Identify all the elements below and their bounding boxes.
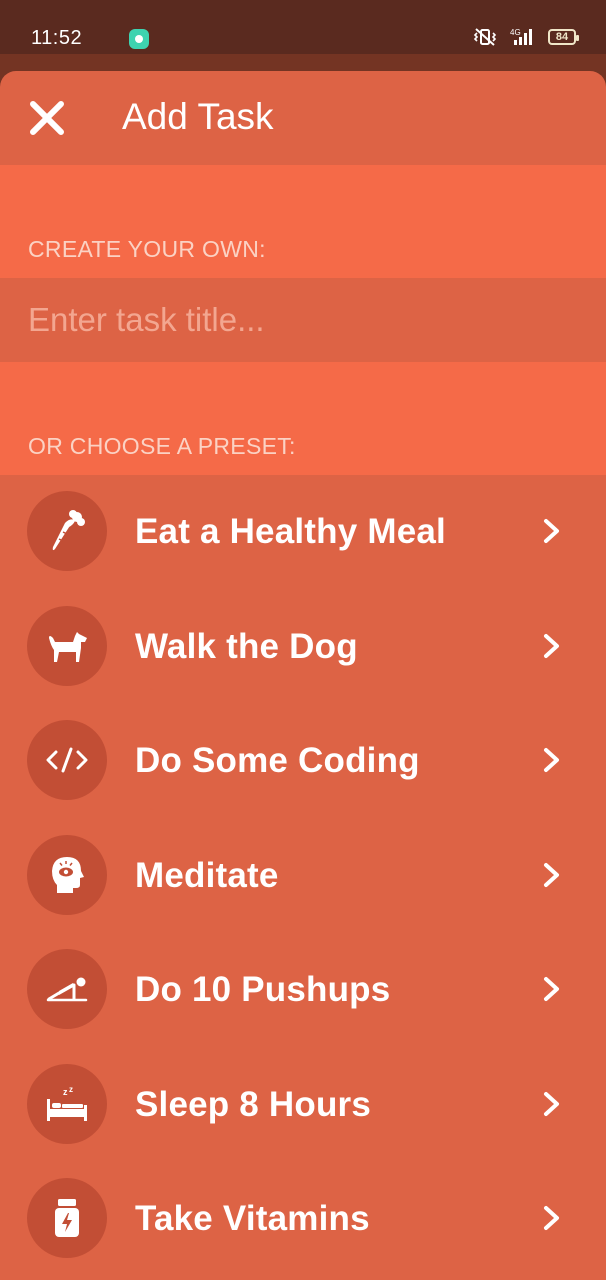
preset-item-do-10-pushups[interactable]: Do 10 Pushups — [0, 932, 606, 1047]
notification-app-icon — [129, 29, 149, 49]
preset-item-do-some-coding[interactable]: Do Some Coding — [0, 703, 606, 818]
chevron-right-icon — [544, 1091, 559, 1116]
status-time: 11:52 — [31, 27, 83, 49]
preset-avatar — [27, 491, 107, 571]
preset-label: Take Vitamins — [135, 1199, 370, 1238]
preset-item-meditate[interactable]: Meditate — [0, 818, 606, 933]
chevron-right-icon — [544, 633, 559, 658]
add-task-sheet: Add Task CREATE YOUR OWN: OR CHOOSE A PR… — [0, 71, 606, 1280]
preset-avatar — [27, 834, 107, 915]
svg-text:z: z — [63, 1087, 68, 1097]
network-type: 4G — [510, 28, 521, 37]
chevron-right-icon — [544, 862, 559, 887]
preset-item-sleep-8-hours[interactable]: z z Sleep 8 Hours — [0, 1047, 606, 1162]
chevron-right-icon — [544, 1206, 559, 1230]
vibrate-mute-icon — [473, 28, 497, 46]
create-section-header: CREATE YOUR OWN: — [0, 165, 606, 278]
page-title: Add Task — [122, 96, 274, 137]
chevron-right-icon — [544, 519, 559, 543]
preset-avatar — [27, 1178, 107, 1258]
carrot-icon — [52, 510, 85, 551]
pushup-icon — [46, 977, 88, 1002]
preset-label: Do 10 Pushups — [135, 970, 391, 1009]
preset-item-eat-healthy-meal[interactable]: Eat a Healthy Meal — [0, 474, 606, 589]
preset-section-header: OR CHOOSE A PRESET: — [0, 362, 606, 475]
preset-item-take-vitamins[interactable]: Take Vitamins — [0, 1161, 606, 1276]
preset-list: Eat a Healthy Meal Walk the Dog Do Some … — [0, 474, 606, 1276]
preset-label: Do Some Coding — [135, 741, 420, 780]
status-bar: 11:52 4G 84 — [0, 0, 606, 54]
code-icon — [46, 747, 88, 773]
chevron-right-icon — [544, 977, 559, 1001]
create-section-label: CREATE YOUR OWN: — [28, 236, 266, 262]
svg-text:z: z — [69, 1085, 73, 1094]
bed-sleep-icon: z z — [47, 1085, 87, 1121]
battery-icon: 84 — [548, 29, 579, 45]
close-button[interactable] — [26, 97, 68, 139]
preset-label: Walk the Dog — [135, 626, 358, 666]
chevron-right-icon — [544, 748, 559, 772]
signal-4g-icon: 4G — [510, 28, 532, 45]
preset-item-walk-the-dog[interactable]: Walk the Dog — [0, 589, 606, 704]
vitamin-bottle-icon — [55, 1199, 79, 1237]
preset-label: Sleep 8 Hours — [135, 1084, 372, 1124]
meditate-head-icon — [52, 856, 84, 893]
preset-section-label: OR CHOOSE A PRESET: — [28, 433, 296, 459]
preset-avatar — [27, 605, 107, 686]
status-icons: 4G 84 — [472, 26, 579, 48]
dog-icon — [49, 631, 87, 662]
close-icon — [30, 101, 64, 135]
battery-level: 84 — [555, 31, 569, 43]
task-title-input[interactable] — [0, 278, 606, 362]
preset-avatar — [27, 720, 107, 800]
preset-avatar — [27, 949, 107, 1029]
preset-label: Meditate — [135, 855, 279, 895]
preset-avatar: z z — [27, 1063, 107, 1144]
preset-label: Eat a Healthy Meal — [135, 512, 446, 551]
app-bar: Add Task — [0, 71, 606, 165]
task-title-field — [0, 278, 606, 362]
